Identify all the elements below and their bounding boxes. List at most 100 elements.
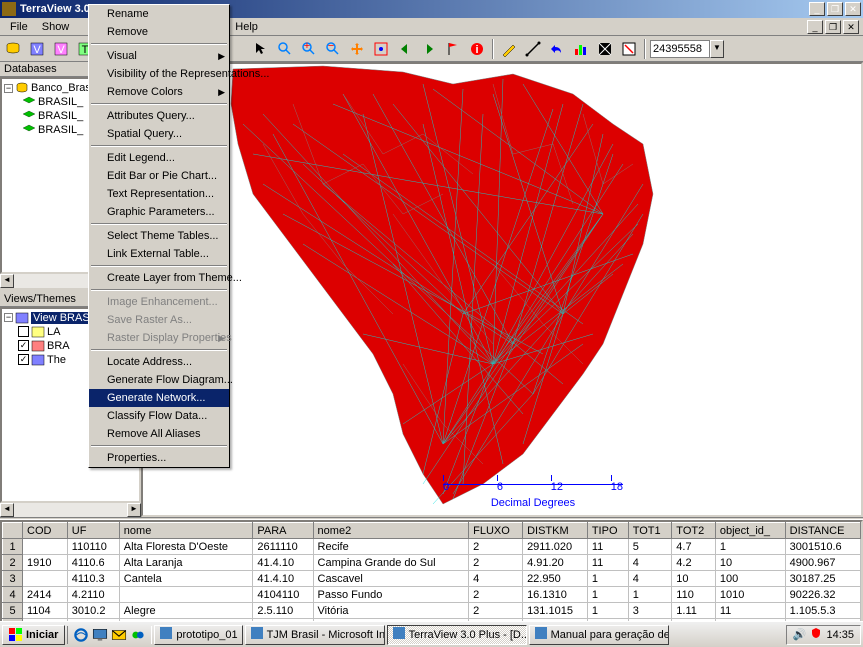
- data-grid[interactable]: CODUFnomePARAnome2FLUXODISTKMTIPOTOT1TOT…: [0, 520, 863, 624]
- table-cell[interactable]: 3010.2: [67, 603, 119, 619]
- table-cell[interactable]: Campina Grande do Sul: [313, 555, 469, 571]
- pointer-icon[interactable]: [250, 38, 272, 60]
- table-cell[interactable]: 110110: [67, 539, 119, 555]
- table-cell[interactable]: 4: [628, 571, 672, 587]
- column-header[interactable]: DISTKM: [523, 523, 588, 539]
- table-cell[interactable]: 4: [3, 587, 23, 603]
- tray-icon[interactable]: 🔊: [793, 628, 807, 641]
- scale-dropdown[interactable]: ▼: [710, 40, 724, 58]
- table-cell[interactable]: Alta Floresta D'Oeste: [119, 539, 253, 555]
- table-cell[interactable]: 1.11: [672, 603, 716, 619]
- flag-icon[interactable]: [442, 38, 464, 60]
- table-cell[interactable]: Recife: [313, 539, 469, 555]
- collapse-icon[interactable]: −: [4, 84, 13, 93]
- table-cell[interactable]: 2: [469, 555, 523, 571]
- draw-icon[interactable]: [498, 38, 520, 60]
- table-cell[interactable]: 4: [628, 555, 672, 571]
- unselect-icon[interactable]: [594, 38, 616, 60]
- column-header[interactable]: nome2: [313, 523, 469, 539]
- column-header[interactable]: TOT2: [672, 523, 716, 539]
- table-cell[interactable]: 4900.967: [785, 555, 860, 571]
- table-cell[interactable]: 4: [469, 571, 523, 587]
- table-cell[interactable]: 41.4.10: [253, 555, 313, 571]
- table-cell[interactable]: 1: [587, 571, 628, 587]
- table-cell[interactable]: 41.4.10: [253, 571, 313, 587]
- menu-item[interactable]: Remove Colors▶: [89, 83, 229, 101]
- table-cell[interactable]: [119, 587, 253, 603]
- table-cell[interactable]: 4.2110: [67, 587, 119, 603]
- table-cell[interactable]: 1: [715, 539, 785, 555]
- column-header[interactable]: [3, 523, 23, 539]
- column-header[interactable]: TOT1: [628, 523, 672, 539]
- taskbar-item[interactable]: Manual para geração de f: [529, 625, 669, 645]
- table-cell[interactable]: 1: [3, 539, 23, 555]
- taskbar-item[interactable]: prototipo_01: [154, 625, 242, 645]
- table-cell[interactable]: 110: [672, 587, 716, 603]
- table-cell[interactable]: 11: [587, 539, 628, 555]
- ie-icon[interactable]: [72, 626, 90, 644]
- table-cell[interactable]: 4104110: [253, 587, 313, 603]
- menu-item[interactable]: Rename: [89, 5, 229, 23]
- next-icon[interactable]: [418, 38, 440, 60]
- taskbar-item[interactable]: TerraView 3.0 Plus - [D...: [387, 625, 527, 645]
- menu-item[interactable]: Create Layer from Theme...: [89, 269, 229, 287]
- table-cell[interactable]: 11: [715, 603, 785, 619]
- table-cell[interactable]: 3001510.6: [785, 539, 860, 555]
- collapse-icon[interactable]: −: [4, 313, 13, 322]
- tray-shield-icon[interactable]: [810, 627, 822, 642]
- table-cell[interactable]: 2414: [23, 587, 68, 603]
- previous-icon[interactable]: [394, 38, 416, 60]
- column-header[interactable]: UF: [67, 523, 119, 539]
- undo-icon[interactable]: [546, 38, 568, 60]
- zoom-extent-icon[interactable]: [370, 38, 392, 60]
- table-cell[interactable]: 16.1310: [523, 587, 588, 603]
- menu-item[interactable]: Locate Address...: [89, 353, 229, 371]
- table-cell[interactable]: 2911.020: [523, 539, 588, 555]
- map-canvas[interactable]: 0 6 12 18 Decimal Degrees: [141, 62, 863, 517]
- zoom-out-icon[interactable]: −: [322, 38, 344, 60]
- menu-item[interactable]: Attributes Query...: [89, 107, 229, 125]
- table-cell[interactable]: [23, 539, 68, 555]
- menu-item[interactable]: Spatial Query...: [89, 125, 229, 143]
- table-row[interactable]: 511043010.2Alegre2.5.110Vitória2131.1015…: [3, 603, 861, 619]
- menu-item[interactable]: Text Representation...: [89, 185, 229, 203]
- column-header[interactable]: TIPO: [587, 523, 628, 539]
- menu-item[interactable]: Select Theme Tables...: [89, 227, 229, 245]
- table-row[interactable]: 424144.21104104110Passo Fundo216.1310111…: [3, 587, 861, 603]
- measure-icon[interactable]: [522, 38, 544, 60]
- table-cell[interactable]: 2611110: [253, 539, 313, 555]
- database-icon[interactable]: [2, 38, 24, 60]
- table-cell[interactable]: 4110.6: [67, 555, 119, 571]
- menu-item[interactable]: Visual▶: [89, 47, 229, 65]
- view-icon[interactable]: V: [26, 38, 48, 60]
- table-cell[interactable]: 1.105.5.3: [785, 603, 860, 619]
- msn-icon[interactable]: [129, 626, 147, 644]
- clock[interactable]: 14:35: [826, 629, 854, 641]
- table-row[interactable]: 34110.3Cantela41.4.10Cascavel422.9501410…: [3, 571, 861, 587]
- table-cell[interactable]: 2: [469, 539, 523, 555]
- outlook-icon[interactable]: [110, 626, 128, 644]
- chart-icon[interactable]: [570, 38, 592, 60]
- checkbox[interactable]: [18, 326, 29, 337]
- table-cell[interactable]: 1: [587, 603, 628, 619]
- table-cell[interactable]: [23, 571, 68, 587]
- table-cell[interactable]: 11: [587, 555, 628, 571]
- menu-item[interactable]: Properties...: [89, 449, 229, 467]
- table-cell[interactable]: Alta Laranja: [119, 555, 253, 571]
- column-header[interactable]: PARA: [253, 523, 313, 539]
- menu-item[interactable]: Edit Legend...: [89, 149, 229, 167]
- table-cell[interactable]: 3: [628, 603, 672, 619]
- table-cell[interactable]: Alegre: [119, 603, 253, 619]
- table-row[interactable]: 1 110110Alta Floresta D'Oeste2611110Recif…: [3, 539, 861, 555]
- menu-item[interactable]: Visibility of the Representations...: [89, 65, 229, 83]
- checkbox[interactable]: ✓: [18, 340, 29, 351]
- table-cell[interactable]: 1010: [715, 587, 785, 603]
- menu-file[interactable]: File: [4, 20, 34, 34]
- minimize-button[interactable]: _: [809, 2, 825, 16]
- table-cell[interactable]: 2: [469, 587, 523, 603]
- scale-input[interactable]: [650, 40, 710, 58]
- table-cell[interactable]: 4.7: [672, 539, 716, 555]
- column-header[interactable]: object_id_: [715, 523, 785, 539]
- table-cell[interactable]: 2.5.110: [253, 603, 313, 619]
- menu-help[interactable]: Help: [229, 20, 264, 34]
